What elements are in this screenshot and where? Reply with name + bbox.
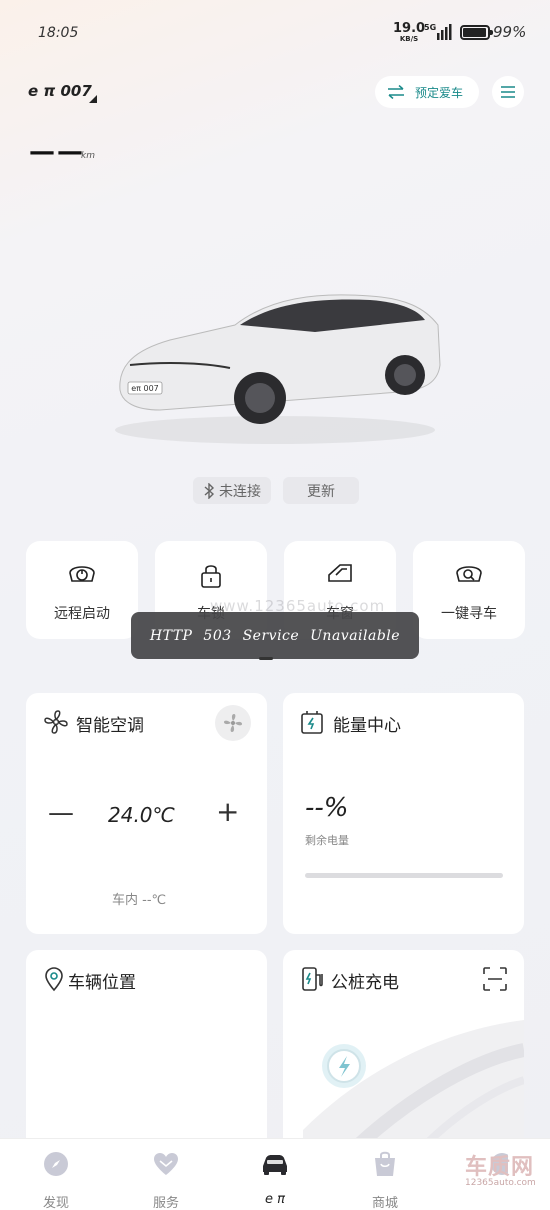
charging-pile-icon (302, 967, 323, 991)
ac-title: 智能空调 (76, 716, 144, 736)
ac-card[interactable]: 智能空调 — 24.0℃ + 车内 --℃ (26, 693, 267, 934)
page-dot-active (259, 657, 273, 660)
fan-icon (44, 710, 68, 734)
status-bar: 18:05 19.0 KB/S 5G 99% (0, 0, 550, 64)
car-image: eπ 007 (115, 294, 441, 444)
battery-icon (460, 25, 493, 40)
lock-icon (201, 565, 221, 588)
tab-label: 服务 (152, 1196, 179, 1210)
reserve-car-label: 预定爱车 (415, 85, 464, 100)
tab-label: 发现 (42, 1196, 69, 1210)
tab-mall[interactable]: 商城 (355, 1149, 415, 1210)
quick-action-label: 远程启动 (54, 606, 110, 622)
signal-5g-icon: 5G (424, 23, 452, 40)
watermark-logo: 车质网 12365auto.com (465, 1149, 536, 1188)
refresh-label: 更新 (307, 483, 335, 500)
tab-discover[interactable]: 发现 (26, 1149, 86, 1210)
remote-start-icon (69, 566, 95, 582)
window-icon (328, 564, 352, 582)
swap-icon (388, 85, 404, 99)
bluetooth-status-label: 未连接 (219, 483, 261, 500)
reserve-car-button[interactable]: 预定爱车 (375, 76, 479, 108)
energy-remaining-label: 剩余电量 (305, 834, 349, 847)
inside-temperature: 车内 --℃ (112, 893, 167, 908)
ac-temperature: 24.0℃ (108, 803, 175, 827)
menu-icon (501, 86, 515, 98)
status-time: 18:05 (38, 25, 79, 41)
tab-label: e π (265, 1192, 285, 1207)
battery-percent: 99% (493, 23, 527, 41)
watermark-main: 车质网 (465, 1155, 535, 1180)
energy-card[interactable]: 能量中心 --% 剩余电量 (283, 693, 524, 934)
location-pin-icon (45, 967, 63, 992)
tab-service[interactable]: 服务 (136, 1149, 196, 1210)
quick-action-find-car[interactable]: 一键寻车 (413, 541, 525, 639)
energy-percent: --% (305, 793, 349, 823)
range-value: —— (29, 137, 85, 167)
bluetooth-status[interactable]: 未连接 (193, 477, 271, 504)
location-card[interactable]: 车辆位置 (26, 950, 267, 1170)
quick-action-remote-start[interactable]: 远程启动 (26, 541, 138, 639)
charging-card[interactable]: 公桩充电 (283, 950, 524, 1170)
energy-progress-bar (305, 873, 503, 878)
menu-button[interactable] (492, 76, 524, 108)
temp-decrease-button[interactable]: — (48, 798, 74, 828)
fan-toggle-icon (224, 714, 242, 732)
find-car-icon (456, 566, 482, 582)
svg-text:eπ 007: eπ 007 (131, 384, 159, 393)
tab-label: 商城 (371, 1196, 398, 1210)
quick-action-label: 一键寻车 (441, 606, 497, 622)
shopping-bag-icon (375, 1151, 395, 1176)
compass-icon (44, 1152, 68, 1176)
battery-charge-icon (301, 711, 323, 734)
heart-icon (154, 1153, 178, 1175)
connection-row: 未连接 更新 (193, 477, 359, 504)
error-toast: HTTP 503 Service Unavailable (131, 612, 419, 659)
car-switch-caret-icon[interactable] (89, 95, 97, 103)
range-unit: km (81, 151, 95, 161)
watermark-sub: 12365auto.com (465, 1178, 536, 1188)
refresh-button[interactable]: 更新 (283, 477, 359, 504)
fan-button[interactable] (215, 705, 251, 741)
temp-increase-button[interactable]: + (216, 795, 239, 828)
bottom-tab-bar: 发现 服务 e π 商城 车质网 12365auto.com (0, 1138, 550, 1210)
tab-e-pi[interactable]: e π (245, 1149, 305, 1207)
network-type-label: 5G (424, 23, 436, 32)
page-indicator (259, 657, 273, 660)
scan-icon[interactable] (482, 966, 508, 992)
car-name[interactable]: e π 007 (28, 82, 92, 100)
net-speed: 19.0 KB/S (393, 22, 425, 45)
charging-title: 公桩充电 (331, 973, 399, 993)
bluetooth-icon (204, 482, 215, 499)
energy-title: 能量中心 (333, 716, 401, 736)
car-icon (263, 1155, 287, 1175)
location-title: 车辆位置 (68, 973, 136, 993)
